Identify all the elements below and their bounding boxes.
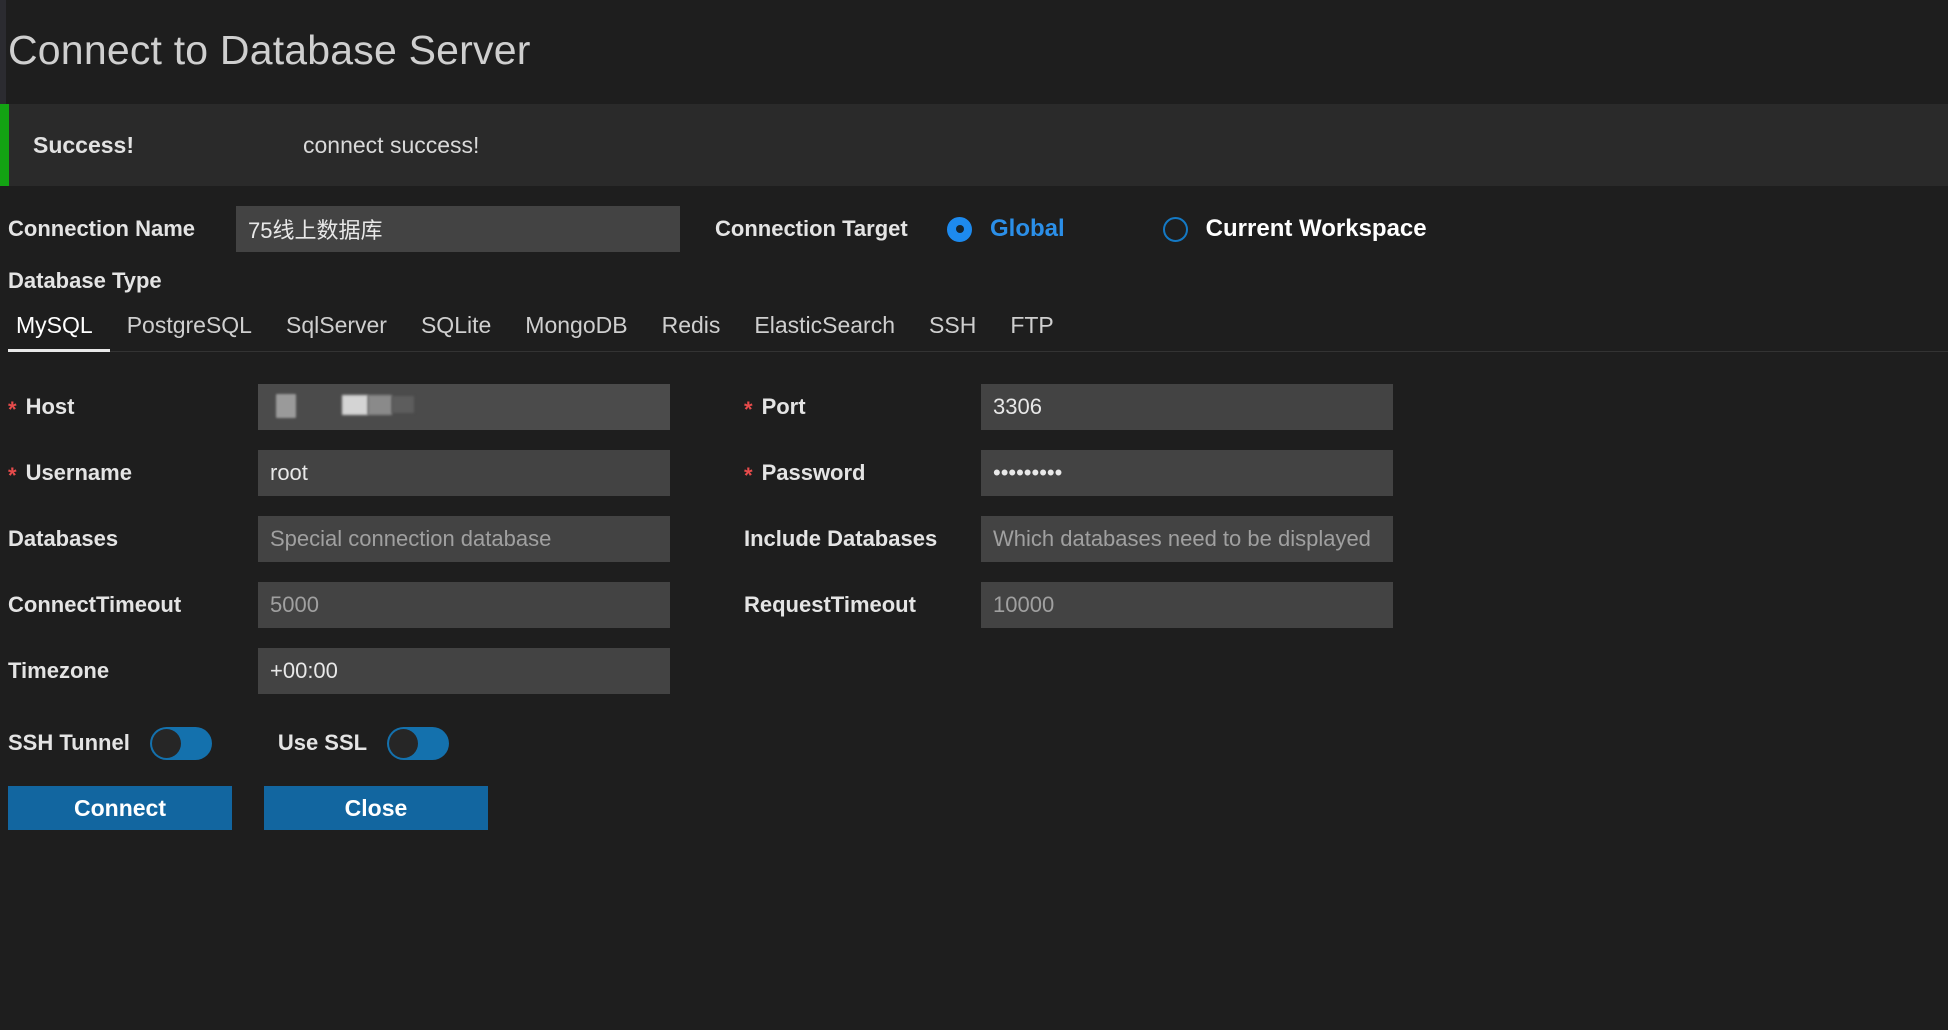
tab-redis[interactable]: Redis	[645, 312, 738, 351]
radio-unchecked-icon	[1162, 216, 1188, 242]
password-label-text: Password	[761, 460, 866, 485]
host-label-text: Host	[25, 394, 75, 419]
redacted-block	[276, 394, 296, 418]
ssh-tunnel-label: SSH Tunnel	[8, 730, 130, 755]
radio-checked-icon	[947, 216, 972, 242]
include-databases-label: Include Databases	[736, 526, 981, 552]
row-timeouts: ConnectTimeout RequestTimeout	[8, 572, 1948, 638]
use-ssl-block: Use SSL	[277, 726, 450, 760]
include-databases-input[interactable]	[981, 516, 1393, 562]
row-host-port: * Host * Port	[8, 374, 1948, 440]
close-button[interactable]: Close	[264, 786, 488, 830]
password-label: * Password	[736, 460, 981, 488]
tab-postgresql[interactable]: PostgreSQL	[110, 312, 269, 351]
connect-timeout-label-text: ConnectTimeout	[8, 592, 182, 617]
database-type-label: Database Type	[8, 268, 162, 293]
use-ssl-label: Use SSL	[277, 730, 368, 755]
include-databases-label-text: Include Databases	[744, 526, 938, 551]
database-type-tabs: MySQL PostgreSQL SqlServer SQLite MongoD…	[8, 312, 1948, 352]
username-label-text: Username	[25, 460, 132, 485]
connection-target-radio-group: Global Current Workspace	[947, 215, 1427, 243]
connection-name-label: Connection Name	[8, 216, 196, 241]
tab-elasticsearch[interactable]: ElasticSearch	[737, 312, 912, 351]
tab-mongodb[interactable]: MongoDB	[508, 312, 644, 351]
databases-input[interactable]	[258, 516, 670, 562]
required-asterisk-icon: *	[744, 463, 753, 488]
tab-sqlserver[interactable]: SqlServer	[269, 312, 404, 351]
row-timezone: Timezone	[8, 638, 1948, 704]
port-input[interactable]	[981, 384, 1393, 430]
page-title: Connect to Database Server	[8, 27, 531, 73]
toggle-knob-icon	[389, 728, 419, 758]
connection-name-row: Connection Name Connection Target Global…	[8, 186, 1948, 262]
port-label: * Port	[736, 394, 981, 422]
use-ssl-toggle[interactable]	[387, 726, 450, 760]
timezone-label-text: Timezone	[8, 658, 110, 683]
row-databases: Databases Include Databases	[8, 506, 1948, 572]
host-input[interactable]	[258, 384, 670, 430]
connection-target-label: Connection Target	[715, 216, 908, 241]
connection-name-input[interactable]	[236, 206, 680, 252]
username-input[interactable]	[258, 450, 670, 496]
connect-timeout-label: ConnectTimeout	[8, 592, 258, 618]
connection-form: Connection Name Connection Target Global…	[0, 186, 1948, 830]
action-buttons: Connect Close	[8, 776, 1948, 830]
host-label: * Host	[8, 394, 258, 422]
radio-global-label: Global	[990, 215, 1065, 242]
radio-current-workspace-label: Current Workspace	[1205, 215, 1427, 242]
request-timeout-label-text: RequestTimeout	[744, 592, 916, 617]
password-input[interactable]	[981, 450, 1393, 496]
tab-ftp[interactable]: FTP	[993, 312, 1070, 351]
ssh-tunnel-block: SSH Tunnel	[8, 726, 212, 760]
ssh-tunnel-toggle[interactable]	[149, 726, 212, 760]
banner-accent-bar	[0, 104, 9, 186]
tab-ssh[interactable]: SSH	[912, 312, 993, 351]
redacted-block	[342, 395, 368, 415]
tab-sqlite[interactable]: SQLite	[404, 312, 508, 351]
port-label-text: Port	[761, 394, 806, 419]
databases-label-text: Databases	[8, 526, 119, 551]
banner-message: connect success!	[303, 131, 480, 158]
connect-timeout-input[interactable]	[258, 582, 670, 628]
required-asterisk-icon: *	[744, 397, 753, 422]
timezone-input[interactable]	[258, 648, 670, 694]
window-edge-gutter	[0, 0, 6, 104]
required-asterisk-icon: *	[8, 397, 17, 422]
toggle-row: SSH Tunnel Use SSL	[8, 704, 1948, 776]
radio-global[interactable]: Global	[947, 215, 1065, 243]
title-bar: Connect to Database Server	[0, 0, 1948, 104]
toggle-knob-icon	[151, 728, 181, 758]
field-grid: * Host * Port 3306 * Username root * Pas…	[8, 352, 1948, 704]
radio-current-workspace[interactable]: Current Workspace	[1162, 215, 1427, 243]
connect-button[interactable]: Connect	[8, 786, 232, 830]
username-label: * Username	[8, 460, 258, 488]
success-banner: Success! connect success!	[0, 104, 1948, 186]
redacted-block	[368, 395, 392, 415]
banner-title: Success!	[33, 131, 135, 158]
row-username-password: * Username * Password	[8, 440, 1948, 506]
tab-mysql[interactable]: MySQL	[8, 312, 110, 352]
required-asterisk-icon: *	[8, 463, 17, 488]
redacted-block	[392, 396, 414, 413]
request-timeout-label: RequestTimeout	[736, 592, 981, 618]
databases-label: Databases	[8, 526, 258, 552]
request-timeout-input[interactable]	[981, 582, 1393, 628]
timezone-label: Timezone	[8, 658, 258, 684]
